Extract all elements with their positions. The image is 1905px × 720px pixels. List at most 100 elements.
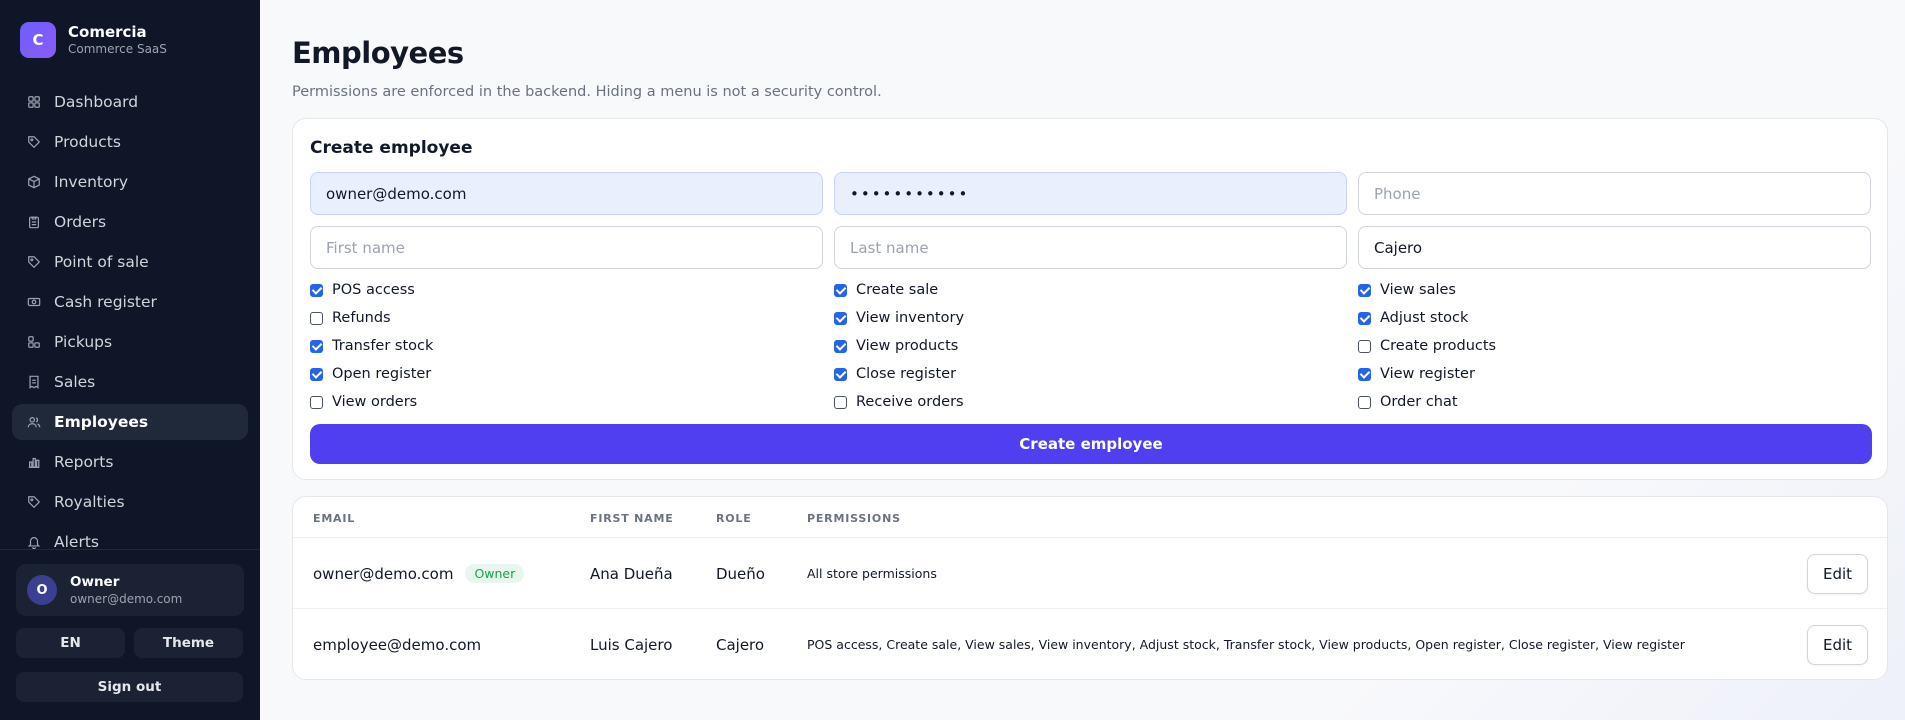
create-employee-button[interactable]: Create employee	[310, 424, 1872, 464]
sidebar-item-reports[interactable]: Reports	[12, 444, 248, 480]
permission-label: Create products	[1380, 338, 1497, 354]
permission-checkbox[interactable]	[1358, 339, 1371, 353]
first-name-field[interactable]	[310, 226, 823, 269]
sidebar: C Comercia Commerce SaaS Dashboard Produ…	[0, 0, 260, 720]
bell-icon	[26, 534, 42, 549]
blocks-icon	[26, 334, 42, 350]
sidebar-item-employees[interactable]: Employees	[12, 404, 248, 440]
permission-label: View sales	[1380, 282, 1456, 298]
permission-view-orders[interactable]: View orders	[310, 392, 417, 412]
permission-checkbox[interactable]	[1358, 283, 1371, 297]
permission-checkbox[interactable]	[834, 339, 847, 353]
permission-receive-orders[interactable]: Receive orders	[834, 392, 964, 412]
row-role: Cajero	[716, 635, 765, 654]
owner-badge: Owner	[465, 564, 525, 583]
brand-logo: C	[20, 22, 56, 58]
sidebar-item-pickups[interactable]: Pickups	[12, 324, 248, 360]
permission-label: Receive orders	[856, 394, 964, 410]
user-email: owner@demo.com	[70, 591, 183, 606]
sidebar-item-label: Reports	[54, 453, 114, 471]
grid-icon	[26, 94, 42, 110]
permission-pos-access[interactable]: POS access	[310, 280, 415, 300]
main-content: Employees Permissions are enforced in th…	[260, 0, 1905, 720]
permission-close-register[interactable]: Close register	[834, 364, 956, 384]
sidebar-item-cash-register[interactable]: Cash register	[12, 284, 248, 320]
permission-label: View orders	[332, 394, 418, 410]
permission-label: View inventory	[856, 310, 965, 326]
last-name-field[interactable]	[834, 226, 1347, 269]
permission-checkbox[interactable]	[1358, 311, 1371, 325]
tag-icon	[26, 134, 42, 150]
permission-view-sales[interactable]: View sales	[1358, 280, 1456, 300]
permission-label: Refunds	[332, 310, 391, 326]
theme-button[interactable]: Theme	[134, 628, 243, 658]
page-subtitle: Permissions are enforced in the backend.…	[292, 84, 882, 100]
employees-table: EMAIL FIRST NAME ROLE PERMISSIONS owner@…	[292, 496, 1888, 680]
sidebar-item-products[interactable]: Products	[12, 124, 248, 160]
permission-create-products[interactable]: Create products	[1358, 336, 1496, 356]
edit-button[interactable]: Edit	[1807, 625, 1868, 665]
brand-name: Comercia	[68, 23, 147, 41]
form-title: Create employee	[310, 138, 473, 158]
sidebar-item-label: Alerts	[54, 533, 99, 549]
permission-checkbox[interactable]	[834, 283, 847, 297]
language-button[interactable]: EN	[16, 628, 125, 658]
column-header-permissions: PERMISSIONS	[807, 512, 901, 525]
permission-checkbox[interactable]	[310, 395, 323, 409]
permission-order-chat[interactable]: Order chat	[1358, 392, 1458, 412]
permission-checkbox[interactable]	[1358, 367, 1371, 381]
permission-checkbox[interactable]	[310, 283, 323, 297]
permission-label: View register	[1380, 366, 1475, 382]
sidebar-item-sales[interactable]: Sales	[12, 364, 248, 400]
sidebar-item-dashboard[interactable]: Dashboard	[12, 84, 248, 120]
permission-label: POS access	[332, 282, 415, 298]
password-field[interactable]	[834, 172, 1347, 215]
sidebar-item-royalties[interactable]: Royalties	[12, 484, 248, 520]
box-icon	[26, 174, 42, 190]
sidebar-item-point-of-sale[interactable]: Point of sale	[12, 244, 248, 280]
email-field[interactable]	[310, 172, 823, 215]
permission-open-register[interactable]: Open register	[310, 364, 431, 384]
user-card[interactable]: O Owner owner@demo.com	[16, 564, 244, 616]
sidebar-item-label: Employees	[54, 413, 149, 431]
sidebar-item-inventory[interactable]: Inventory	[12, 164, 248, 200]
permission-checkbox[interactable]	[310, 367, 323, 381]
users-icon	[26, 414, 42, 430]
permission-create-sale[interactable]: Create sale	[834, 280, 938, 300]
permission-view-inventory[interactable]: View inventory	[834, 308, 964, 328]
sidebar-item-label: Point of sale	[54, 253, 149, 271]
row-first-name: Ana Dueña	[590, 564, 673, 583]
permission-checkbox[interactable]	[310, 339, 323, 353]
permission-checkbox[interactable]	[310, 311, 323, 325]
page-title: Employees	[292, 36, 464, 70]
sidebar-nav: Dashboard Products Inventory Orders Poin…	[12, 84, 248, 549]
permission-refunds[interactable]: Refunds	[310, 308, 391, 328]
phone-field[interactable]	[1358, 172, 1871, 215]
tag-icon	[26, 494, 42, 510]
brand[interactable]: C Comercia Commerce SaaS	[20, 22, 167, 58]
sidebar-item-label: Orders	[54, 213, 107, 231]
sidebar-item-label: Cash register	[54, 293, 157, 311]
permission-view-products[interactable]: View products	[834, 336, 958, 356]
sidebar-item-label: Dashboard	[54, 93, 139, 111]
create-employee-card: Create employee POS access Create sale Vie…	[292, 118, 1888, 480]
permission-view-register[interactable]: View register	[1358, 364, 1475, 384]
avatar: O	[27, 575, 57, 605]
permission-checkbox[interactable]	[834, 311, 847, 325]
permission-label: Order chat	[1380, 394, 1458, 410]
bar-chart-icon	[26, 454, 42, 470]
sidebar-item-label: Products	[54, 133, 121, 151]
permission-checkbox[interactable]	[1358, 395, 1371, 409]
permission-checkbox[interactable]	[834, 395, 847, 409]
sidebar-item-alerts[interactable]: Alerts	[12, 524, 248, 549]
permission-checkbox[interactable]	[834, 367, 847, 381]
role-field[interactable]	[1358, 226, 1871, 269]
row-role: Dueño	[716, 564, 765, 583]
row-email: employee@demo.com	[313, 635, 482, 654]
column-header-role: ROLE	[716, 512, 752, 525]
edit-button[interactable]: Edit	[1807, 554, 1868, 594]
sidebar-item-orders[interactable]: Orders	[12, 204, 248, 240]
sign-out-button[interactable]: Sign out	[16, 672, 243, 702]
permission-transfer-stock[interactable]: Transfer stock	[310, 336, 433, 356]
permission-adjust-stock[interactable]: Adjust stock	[1358, 308, 1468, 328]
